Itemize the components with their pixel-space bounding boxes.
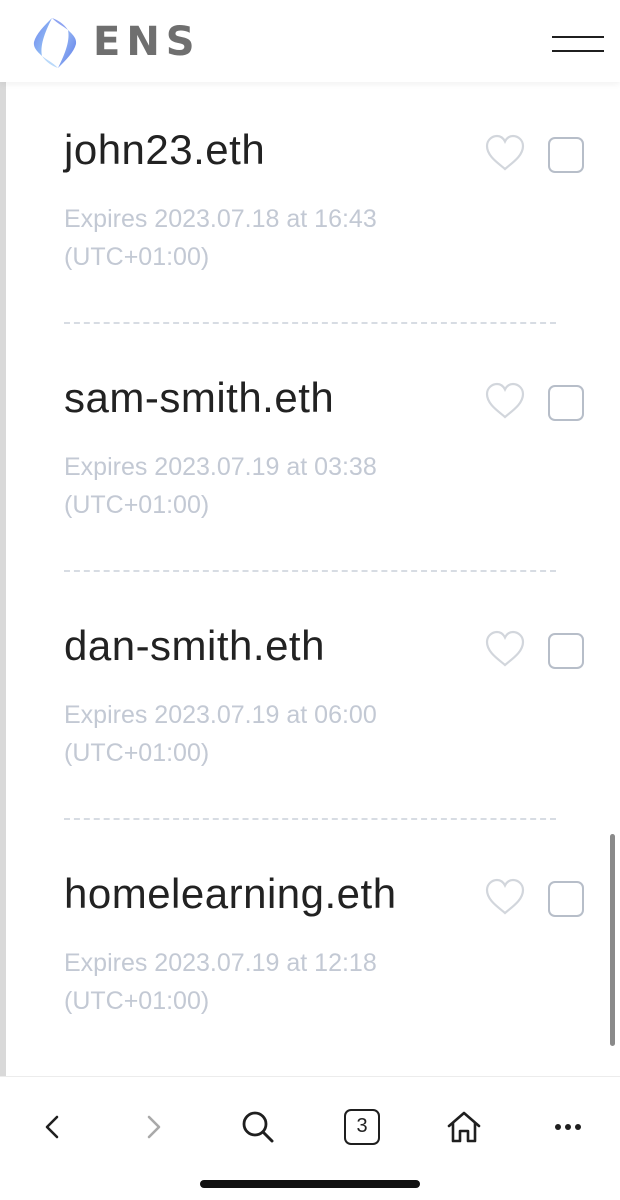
hamburger-menu-icon[interactable]	[552, 30, 604, 58]
ens-logo-icon[interactable]	[30, 16, 80, 70]
domain-name[interactable]: john23.eth	[64, 124, 265, 176]
tab-count-badge: 3	[344, 1109, 380, 1145]
select-checkbox[interactable]	[548, 633, 584, 669]
scrollbar[interactable]	[610, 834, 615, 1046]
search-icon	[242, 1111, 274, 1143]
domain-name[interactable]: homelearning.eth	[64, 868, 397, 920]
brand-wordmark: ENS	[93, 19, 201, 65]
home-button[interactable]	[440, 1103, 488, 1151]
expiry-text: Expires 2023.07.18 at 16:43 (UTC+01:00)	[64, 205, 377, 271]
more-horizontal-icon	[555, 1124, 581, 1130]
domain-name[interactable]: dan-smith.eth	[64, 620, 325, 672]
heart-icon[interactable]	[484, 878, 526, 916]
select-checkbox[interactable]	[548, 385, 584, 421]
divider	[64, 570, 556, 572]
select-checkbox[interactable]	[548, 137, 584, 173]
heart-icon[interactable]	[484, 382, 526, 420]
list-item: sam-smith.eth Expires 2023.07.19 at 03:3…	[0, 330, 620, 578]
home-indicator[interactable]	[200, 1180, 420, 1188]
divider	[64, 322, 556, 324]
forward-button[interactable]	[130, 1103, 178, 1151]
list-item: dan-smith.eth Expires 2023.07.19 at 06:0…	[0, 578, 620, 826]
domain-name[interactable]: sam-smith.eth	[64, 372, 334, 424]
heart-icon[interactable]	[484, 134, 526, 172]
more-button[interactable]	[544, 1103, 592, 1151]
divider	[64, 818, 556, 820]
heart-icon[interactable]	[484, 630, 526, 668]
back-button[interactable]	[28, 1103, 76, 1151]
chevron-right-icon	[147, 1115, 161, 1139]
domain-list: john23.eth Expires 2023.07.18 at 16:43 (…	[0, 82, 620, 1076]
tabs-button[interactable]: 3	[338, 1103, 386, 1151]
list-item: homelearning.eth Expires 2023.07.19 at 1…	[0, 826, 620, 1074]
expiry-text: Expires 2023.07.19 at 06:00 (UTC+01:00)	[64, 701, 377, 767]
search-button[interactable]	[234, 1103, 282, 1151]
chevron-left-icon	[45, 1115, 59, 1139]
expiry-text: Expires 2023.07.19 at 03:38 (UTC+01:00)	[64, 453, 377, 519]
expiry-text: Expires 2023.07.19 at 12:18 (UTC+01:00)	[64, 949, 377, 1015]
list-item: john23.eth Expires 2023.07.18 at 16:43 (…	[0, 82, 620, 330]
app-header: ENS	[0, 0, 620, 82]
select-checkbox[interactable]	[548, 881, 584, 917]
home-icon	[447, 1111, 481, 1143]
